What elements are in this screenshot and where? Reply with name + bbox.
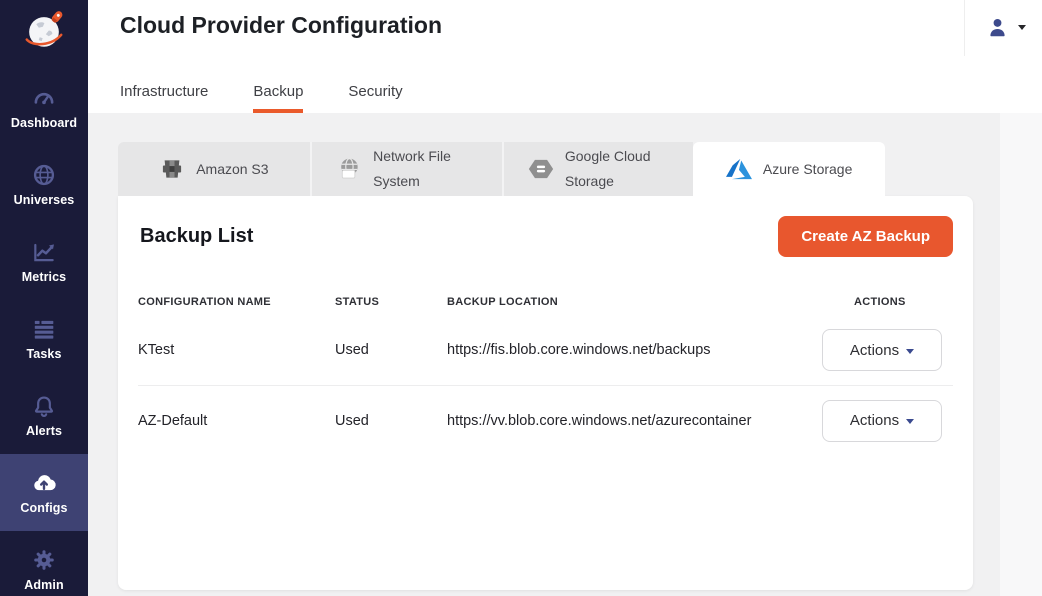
section-tabs: Infrastructure Backup Security — [120, 83, 403, 113]
sidebar: Dashboard Universes Metrics — [0, 0, 88, 596]
provider-tab-network-file-system[interactable]: Network File System — [310, 142, 502, 196]
column-header-status: STATUS — [335, 296, 447, 308]
sidebar-item-tasks[interactable]: Tasks — [0, 300, 88, 377]
provider-tab-label: Amazon S3 — [196, 157, 268, 182]
sidebar-item-label: Configs — [20, 501, 67, 515]
provider-tab-label: Google Cloud Storage — [565, 144, 669, 194]
s3-bucket-icon — [159, 156, 185, 182]
scroll-track[interactable] — [1000, 113, 1042, 596]
header-divider — [964, 0, 965, 56]
create-az-backup-button[interactable]: Create AZ Backup — [778, 216, 953, 257]
provider-tab-google-cloud-storage[interactable]: Google Cloud Storage — [502, 142, 694, 196]
bell-icon — [31, 393, 57, 419]
sidebar-item-configs[interactable]: Configs — [0, 454, 88, 531]
sidebar-nav: Dashboard Universes Metrics — [0, 69, 88, 596]
content-area: Amazon S3 Network File System — [88, 113, 1042, 596]
backup-location-cell: https://vv.blob.core.windows.net/azureco… — [447, 413, 822, 429]
sidebar-item-label: Universes — [14, 193, 75, 207]
nfs-globe-icon — [336, 156, 362, 182]
column-header-configuration-name: CONFIGURATION NAME — [138, 296, 335, 308]
actions-dropdown-button[interactable]: Actions — [822, 400, 942, 442]
sidebar-item-admin[interactable]: Admin — [0, 531, 88, 596]
sidebar-item-label: Metrics — [22, 270, 66, 284]
provider-tab-label: Network File System — [373, 144, 477, 194]
chart-icon — [31, 239, 57, 265]
actions-button-label: Actions — [850, 342, 899, 359]
sidebar-item-alerts[interactable]: Alerts — [0, 377, 88, 454]
globe-icon — [31, 162, 57, 188]
sidebar-item-label: Tasks — [26, 347, 61, 361]
panel-heading: Backup List — [140, 225, 253, 248]
table-header-row: CONFIGURATION NAME STATUS BACKUP LOCATIO… — [138, 289, 953, 315]
sidebar-item-universes[interactable]: Universes — [0, 146, 88, 223]
tab-backup[interactable]: Backup — [253, 83, 303, 113]
top-header: Cloud Provider Configuration Infrastruct… — [88, 0, 1042, 113]
chevron-down-icon — [906, 419, 914, 424]
gear-icon — [31, 547, 57, 573]
status-cell: Used — [335, 413, 447, 429]
azure-icon — [726, 156, 752, 182]
table-row[interactable]: AZ-Default Used https://vv.blob.core.win… — [138, 385, 953, 455]
user-icon — [986, 16, 1009, 39]
backup-location-cell: https://fis.blob.core.windows.net/backup… — [447, 342, 822, 358]
column-header-backup-location: BACKUP LOCATION — [447, 296, 822, 308]
chevron-down-icon — [906, 349, 914, 354]
actions-button-label: Actions — [850, 412, 899, 429]
list-icon — [31, 316, 57, 342]
config-name-cell: KTest — [138, 342, 335, 358]
sidebar-item-label: Admin — [24, 578, 63, 592]
provider-tab-amazon-s3[interactable]: Amazon S3 — [118, 142, 310, 196]
backup-table: CONFIGURATION NAME STATUS BACKUP LOCATIO… — [138, 289, 953, 455]
app-logo-icon[interactable] — [21, 7, 67, 53]
tab-security[interactable]: Security — [348, 83, 402, 113]
actions-dropdown-button[interactable]: Actions — [822, 329, 942, 371]
config-name-cell: AZ-Default — [138, 413, 335, 429]
gauge-icon — [31, 85, 57, 111]
provider-tab-label: Azure Storage — [763, 157, 853, 182]
sidebar-item-metrics[interactable]: Metrics — [0, 223, 88, 300]
sidebar-item-label: Alerts — [26, 424, 62, 438]
chevron-down-icon — [1018, 25, 1026, 30]
tab-infrastructure[interactable]: Infrastructure — [120, 83, 208, 113]
table-row[interactable]: KTest Used https://fis.blob.core.windows… — [138, 315, 953, 385]
sidebar-item-label: Dashboard — [11, 116, 77, 130]
cloud-upload-icon — [31, 470, 57, 496]
provider-tabs: Amazon S3 Network File System — [118, 142, 885, 196]
status-cell: Used — [335, 342, 447, 358]
backup-list-panel: Backup List Create AZ Backup CONFIGURATI… — [118, 196, 973, 590]
column-header-actions: ACTIONS — [822, 296, 953, 308]
page-title: Cloud Provider Configuration — [120, 12, 442, 39]
user-menu-dropdown[interactable] — [986, 16, 1026, 39]
main-area: Cloud Provider Configuration Infrastruct… — [88, 0, 1042, 596]
provider-tab-azure-storage[interactable]: Azure Storage — [693, 142, 885, 196]
gcs-hexagon-icon — [528, 156, 554, 182]
sidebar-item-dashboard[interactable]: Dashboard — [0, 69, 88, 146]
app-root: Dashboard Universes Metrics — [0, 0, 1042, 596]
